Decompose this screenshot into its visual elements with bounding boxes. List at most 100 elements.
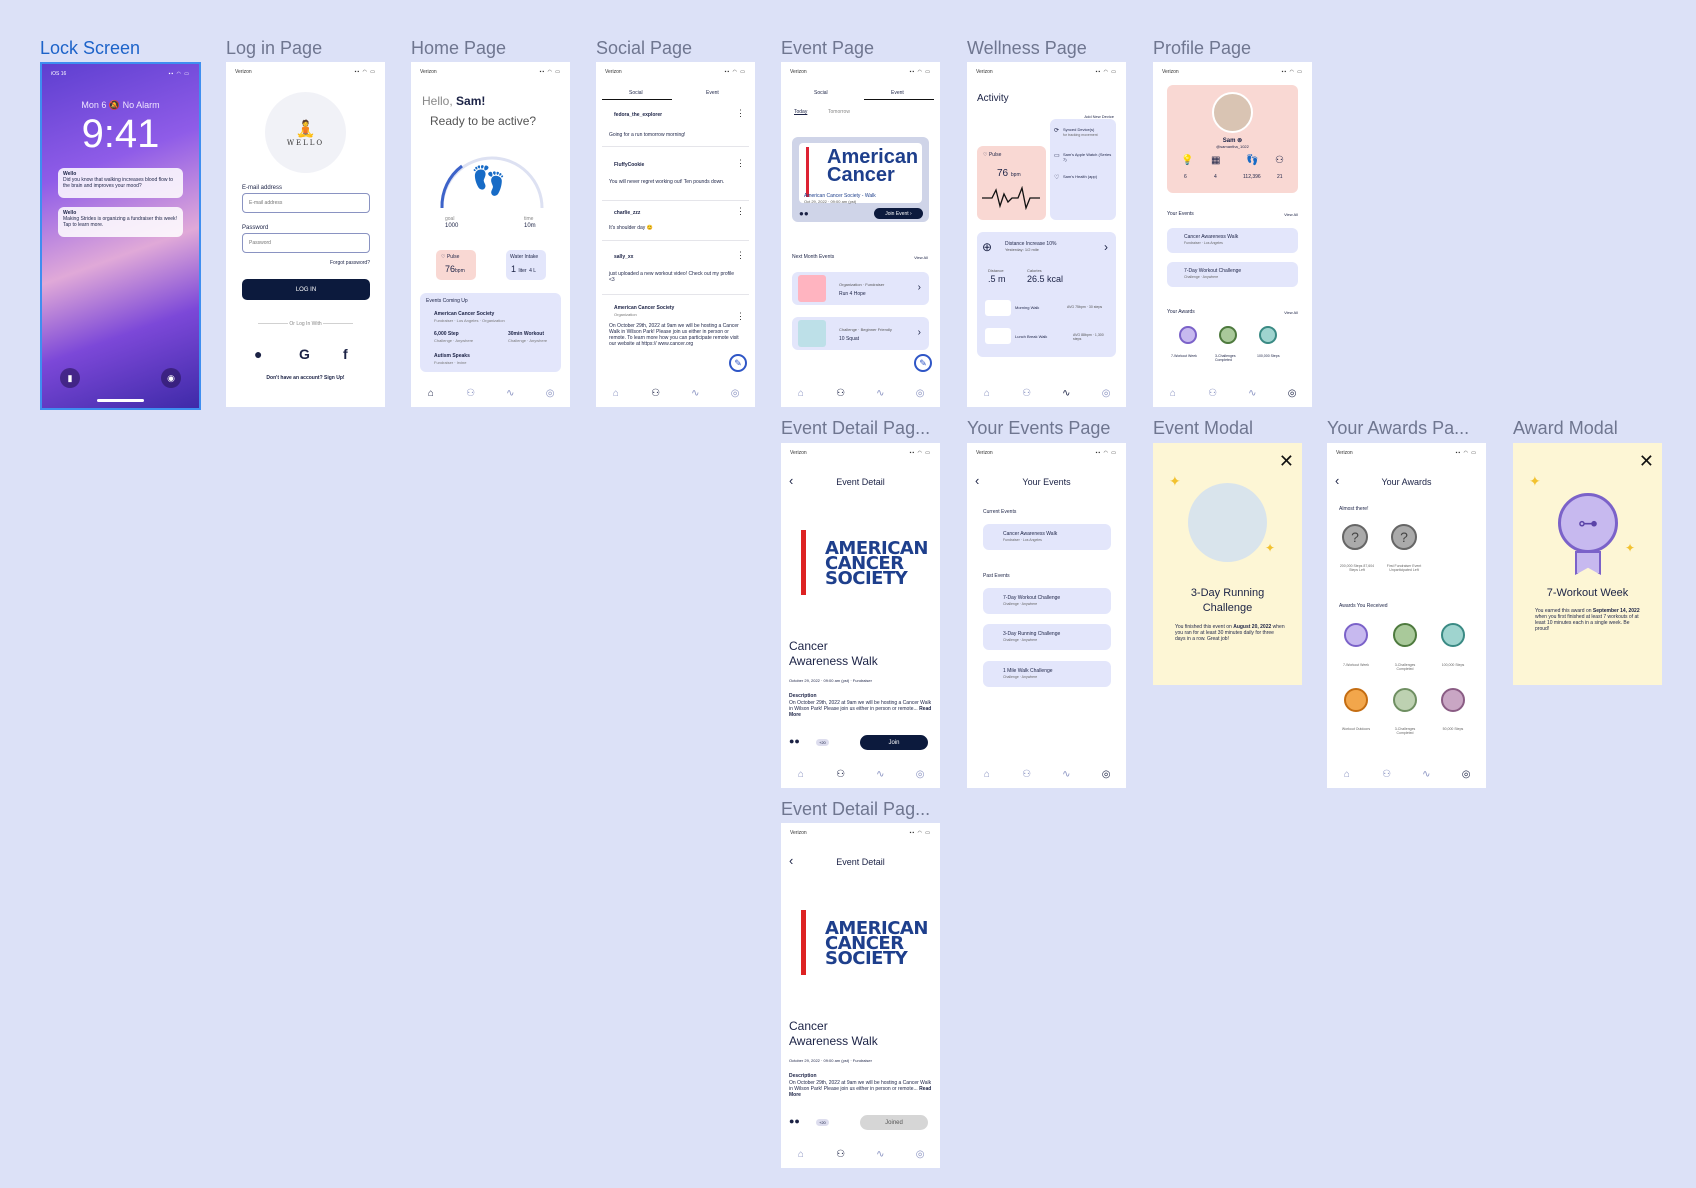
activity-icon[interactable]: ∿ [1056, 388, 1076, 399]
event-card-run4hope[interactable]: Organization · Fundraiser Run 4 Hope › [792, 272, 929, 305]
more-icon[interactable]: ⋮ [736, 311, 745, 322]
activity-icon[interactable]: ∿ [870, 769, 890, 780]
close-icon[interactable]: ✕ [1279, 451, 1294, 472]
social-icon[interactable]: ⚇ [1203, 388, 1223, 399]
frame-title-lock[interactable]: Lock Screen [40, 38, 140, 59]
home-icon[interactable]: ⌂ [977, 388, 997, 399]
activity-icon[interactable]: ∿ [870, 1149, 890, 1160]
social-icon[interactable]: ⚇ [1377, 769, 1397, 780]
frame-title-your-events[interactable]: Your Events Page [967, 418, 1110, 439]
notification-2[interactable]: Wello Making Strides is organizing a fun… [58, 207, 183, 237]
award-medal-teal[interactable] [1259, 326, 1277, 344]
home-icon[interactable]: ⌂ [606, 388, 626, 399]
locked-award-icon[interactable]: ? [1391, 524, 1417, 550]
close-icon[interactable]: ✕ [1639, 451, 1654, 472]
home-icon[interactable]: ⌂ [1337, 769, 1357, 780]
social-icon[interactable]: ⚇ [1017, 769, 1037, 780]
frame-title-event-modal[interactable]: Event Modal [1153, 418, 1253, 439]
award-medal-sage[interactable] [1393, 688, 1417, 712]
profile-icon[interactable]: ◎ [1096, 388, 1116, 399]
award-medal-purple[interactable] [1344, 623, 1368, 647]
view-all-events-link[interactable]: View All [1284, 212, 1298, 217]
profile-event-2[interactable]: 7-Day Workout Challenge Challenge · Anyw… [1167, 262, 1298, 287]
post-user[interactable]: fedora_the_explorer [614, 112, 662, 118]
avatar[interactable] [1212, 92, 1253, 133]
frame-title-wellness[interactable]: Wellness Page [967, 38, 1087, 59]
frame-title-profile[interactable]: Profile Page [1153, 38, 1251, 59]
more-icon[interactable]: ⋮ [736, 206, 745, 217]
activity-icon[interactable]: ∿ [1416, 769, 1436, 780]
more-icon[interactable]: ⋮ [736, 158, 745, 169]
social-icon[interactable]: ⚇ [831, 1149, 851, 1160]
email-field[interactable] [242, 193, 370, 213]
more-icon[interactable]: ⋮ [736, 250, 745, 261]
profile-icon[interactable]: ◎ [1096, 769, 1116, 780]
award-medal-green[interactable] [1219, 326, 1237, 344]
home-icon[interactable]: ⌂ [1163, 388, 1183, 399]
google-icon[interactable]: G [299, 346, 310, 362]
profile-icon[interactable]: ◎ [910, 769, 930, 780]
frame-title-social[interactable]: Social Page [596, 38, 692, 59]
joined-button[interactable]: Joined [860, 1115, 928, 1130]
profile-icon[interactable]: ◎ [910, 1149, 930, 1160]
profile-icon[interactable]: ◎ [725, 388, 745, 399]
forgot-password-link[interactable]: Forgot password? [330, 260, 370, 266]
event-item[interactable]: 30min Workout [508, 331, 544, 337]
event-card-10squat[interactable]: Challenge · Beginner Friendly 10 Squat › [792, 317, 929, 350]
home-icon[interactable]: ⌂ [791, 1149, 811, 1160]
social-icon[interactable]: ⚇ [831, 769, 851, 780]
post-user[interactable]: sally_xx [614, 254, 633, 260]
home-icon[interactable]: ⌂ [791, 769, 811, 780]
synced-devices-card[interactable]: Synced Device(s) for tracking movement ⟳… [1050, 119, 1116, 220]
profile-icon[interactable]: ◎ [1456, 769, 1476, 780]
facebook-icon[interactable]: f [343, 346, 348, 362]
signup-link[interactable]: Don't have an account? Sign Up! [226, 375, 385, 381]
login-button[interactable]: LOG IN [242, 279, 370, 300]
pulse-card[interactable]: ♡ Pulse 76 bpm [977, 146, 1046, 220]
frame-title-event-detail-2[interactable]: Event Detail Pag... [781, 799, 941, 820]
water-card[interactable]: Water Intake 1 liter 4 L [506, 250, 546, 280]
lock-screen-frame[interactable]: iOS 16 ▪▪ ◠ ▭ Mon 6 🔕 No Alarm 9:41 Wello… [40, 62, 201, 410]
tab-event[interactable]: Event [706, 90, 719, 96]
profile-icon[interactable]: ◎ [910, 388, 930, 399]
pulse-card[interactable]: ♡ Pulse 76bpm [436, 250, 476, 280]
frame-title-your-awards[interactable]: Your Awards Pa... [1327, 418, 1477, 439]
activity-icon[interactable]: ∿ [1056, 769, 1076, 780]
view-all-awards-link[interactable]: View All [1284, 310, 1298, 315]
join-button[interactable]: Join [860, 735, 928, 750]
post-user[interactable]: American Cancer Society [614, 305, 674, 311]
past-event-2[interactable]: 3-Day Running Challenge Challenge · Anyw… [983, 624, 1111, 650]
flashlight-icon[interactable]: ▮ [60, 368, 80, 388]
frame-title-event-detail[interactable]: Event Detail Pag... [781, 418, 941, 439]
award-medal-teal[interactable] [1441, 623, 1465, 647]
award-medal-green[interactable] [1393, 623, 1417, 647]
event-item[interactable]: Autism Speaks [434, 353, 470, 359]
tab-event[interactable]: Event [891, 90, 904, 96]
tab-today[interactable]: Today [794, 109, 807, 115]
social-icon[interactable]: ⚇ [831, 388, 851, 399]
post-user[interactable]: FluffyCookie [614, 162, 644, 168]
profile-icon[interactable]: ◎ [1282, 388, 1302, 399]
profile-icon[interactable]: ◎ [540, 388, 560, 399]
activity-icon[interactable]: ∿ [870, 388, 890, 399]
award-medal-orange[interactable] [1344, 688, 1368, 712]
home-icon[interactable]: ⌂ [977, 769, 997, 780]
social-icon[interactable]: ⚇ [461, 388, 481, 399]
frame-title-event[interactable]: Event Page [781, 38, 874, 59]
tab-tomorrow[interactable]: Tomorrow [828, 109, 850, 115]
password-field[interactable] [242, 233, 370, 253]
home-icon[interactable]: ⌂ [791, 388, 811, 399]
post-user[interactable]: charlie_zzz [614, 210, 640, 216]
activity-icon[interactable]: ∿ [1242, 388, 1262, 399]
join-event-button[interactable]: Join Event › [874, 208, 923, 219]
featured-event-card[interactable]: American Cancer American Cancer Society -… [792, 137, 929, 222]
profile-event-1[interactable]: Cancer Awareness Walk Fundraiser · Los A… [1167, 228, 1298, 253]
activity-icon[interactable]: ∿ [685, 388, 705, 399]
social-icon[interactable]: ⚇ [646, 388, 666, 399]
award-medal-purple[interactable] [1179, 326, 1197, 344]
event-item[interactable]: 6,000 Step [434, 331, 459, 337]
award-medal-mauve[interactable] [1441, 688, 1465, 712]
past-event-3[interactable]: 1 Mile Walk Challenge Challenge · Anywhe… [983, 661, 1111, 687]
apple-icon[interactable]: ● [254, 346, 262, 362]
view-all-link[interactable]: View All [914, 255, 928, 260]
